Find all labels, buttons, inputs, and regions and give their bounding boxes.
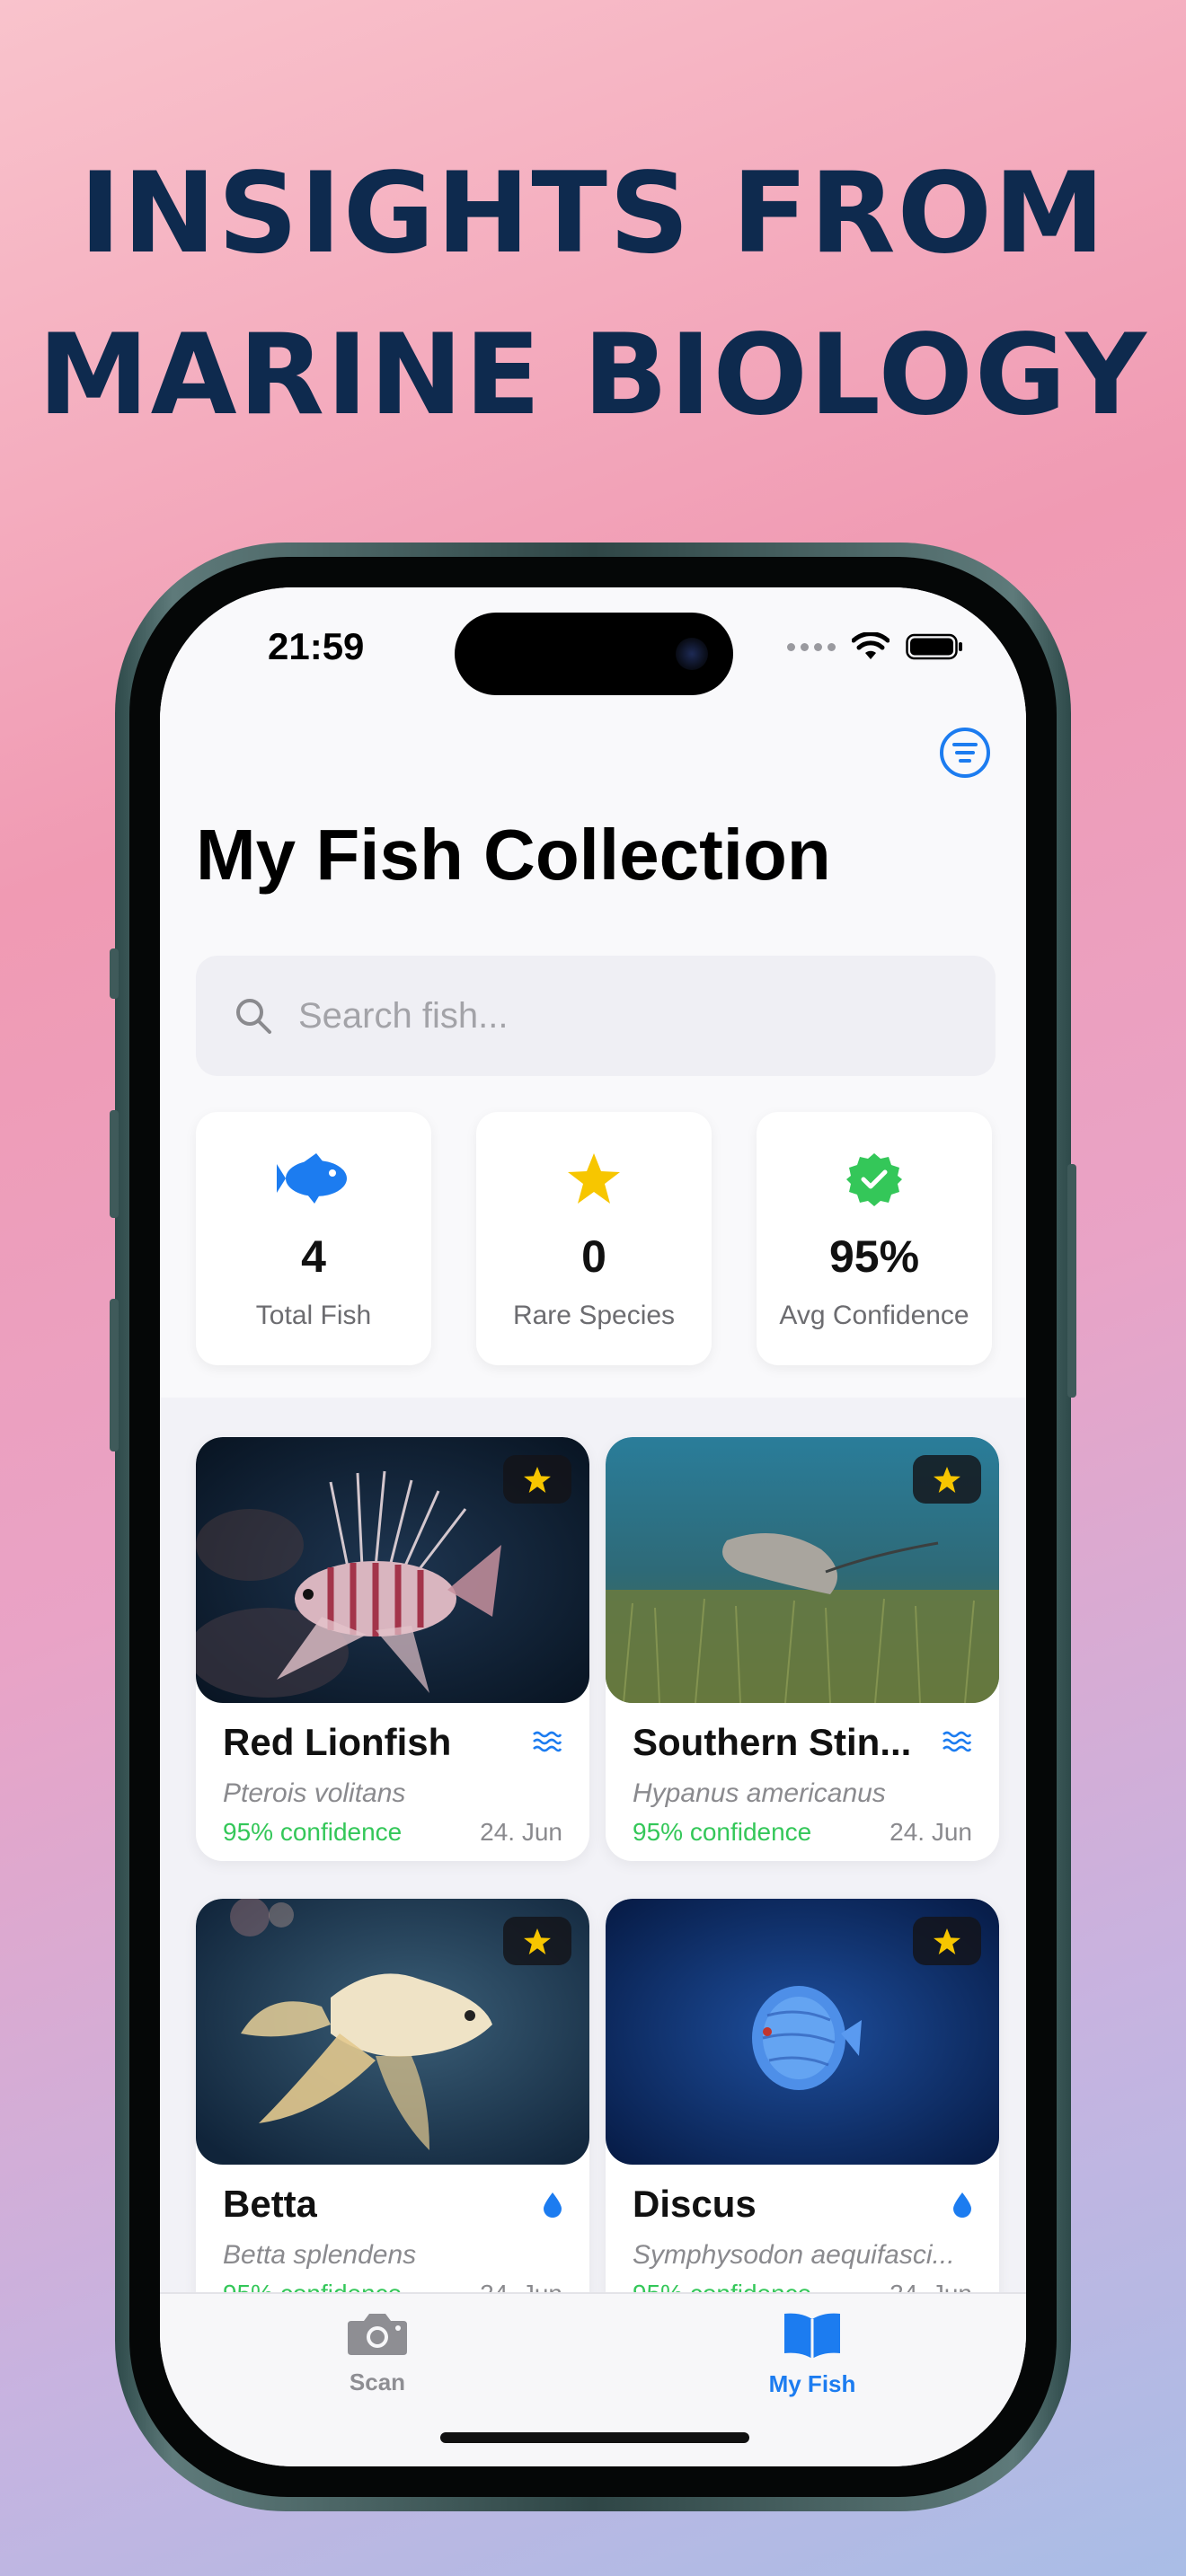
rare-star-badge — [503, 1917, 571, 1965]
wifi-icon — [852, 632, 890, 659]
phone-screen: 21:59 My Fish Collection Search fish... — [160, 587, 1026, 2466]
stat-card-total-fish: 4 Total Fish — [196, 1112, 431, 1365]
tab-my-fish-label: My Fish — [768, 2370, 856, 2397]
stat-value: 4 — [301, 1231, 326, 1282]
water-drop-icon — [953, 2192, 971, 2218]
star-icon — [568, 1153, 620, 1204]
stat-value: 95% — [828, 1231, 920, 1282]
fish-confidence: 95% confidence — [223, 1818, 403, 1846]
status-time: 21:59 — [268, 625, 365, 667]
status-indicators — [787, 632, 963, 661]
rare-star-badge — [913, 1917, 981, 1965]
fish-name: Discus — [633, 2183, 757, 2225]
signal-dots-icon — [787, 642, 836, 651]
star-icon — [524, 1928, 551, 1954]
stat-card-rare-species: 0 Rare Species — [476, 1112, 712, 1365]
fish-card-betta[interactable]: Betta Betta splendens 95% confidence 24.… — [196, 1899, 589, 2323]
water-drop-icon — [544, 2192, 562, 2218]
stat-label: Total Fish — [255, 1301, 372, 1330]
headline-line-2: MARINE BIOLOGY — [38, 311, 1148, 440]
stat-card-avg-confidence: 95% Avg Confidence — [757, 1112, 992, 1365]
rare-star-badge — [503, 1455, 571, 1504]
fish-scientific-name: Symphysodon aequifasci... — [633, 2240, 955, 2270]
waves-icon — [943, 1731, 972, 1752]
headline-line-1: INSIGHTS FROM — [79, 149, 1107, 278]
marketing-headline: INSIGHTS FROM MARINE BIOLOGY — [0, 133, 1186, 456]
rare-star-badge — [913, 1455, 981, 1504]
fish-scientific-name: Hypanus americanus — [633, 1778, 886, 1808]
tab-my-fish[interactable]: My Fish — [722, 2310, 902, 2398]
fish-card-southern-stingray[interactable]: Southern Stin... Hypanus americanus 95% … — [606, 1437, 999, 1861]
page-title: My Fish Collection — [196, 815, 831, 895]
verified-badge-icon — [846, 1153, 902, 1206]
filter-button[interactable] — [940, 728, 990, 778]
fish-date: 24. Jun — [480, 1818, 562, 1846]
dynamic-island — [455, 613, 733, 695]
star-icon — [934, 1466, 960, 1493]
volume-down-button — [110, 1299, 119, 1451]
camera-lens-icon — [676, 638, 708, 670]
search-placeholder: Search fish... — [298, 995, 509, 1036]
fish-card-red-lionfish[interactable]: Red Lionfish Pterois volitans 95% confid… — [196, 1437, 589, 1861]
camera-icon — [348, 2314, 407, 2355]
fish-icon — [277, 1153, 347, 1204]
power-button — [1067, 1164, 1076, 1398]
mute-switch — [110, 948, 119, 999]
star-icon — [524, 1466, 551, 1493]
book-icon — [784, 2313, 840, 2359]
waves-icon — [533, 1731, 562, 1752]
fish-name: Betta — [223, 2183, 318, 2225]
volume-up-button — [110, 1110, 119, 1218]
battery-icon — [906, 633, 962, 660]
star-icon — [934, 1928, 960, 1954]
fish-confidence: 95% confidence — [633, 1818, 812, 1846]
search-input[interactable]: Search fish... — [196, 956, 996, 1076]
tab-scan[interactable]: Scan — [288, 2310, 467, 2396]
tab-scan-label: Scan — [349, 2369, 406, 2395]
search-icon — [236, 999, 271, 1034]
stat-label: Rare Species — [512, 1301, 676, 1330]
fish-name: Southern Stin... — [633, 1721, 912, 1763]
home-indicator[interactable] — [440, 2432, 749, 2443]
stat-label: Avg Confidence — [779, 1301, 969, 1330]
fish-date: 24. Jun — [890, 1818, 972, 1846]
fish-card-discus[interactable]: Discus Symphysodon aequifasci... 95% con… — [606, 1899, 999, 2323]
fish-name: Red Lionfish — [223, 1721, 452, 1763]
stat-value: 0 — [581, 1231, 606, 1282]
fish-scientific-name: Pterois volitans — [223, 1778, 406, 1808]
fish-scientific-name: Betta splendens — [223, 2240, 417, 2270]
